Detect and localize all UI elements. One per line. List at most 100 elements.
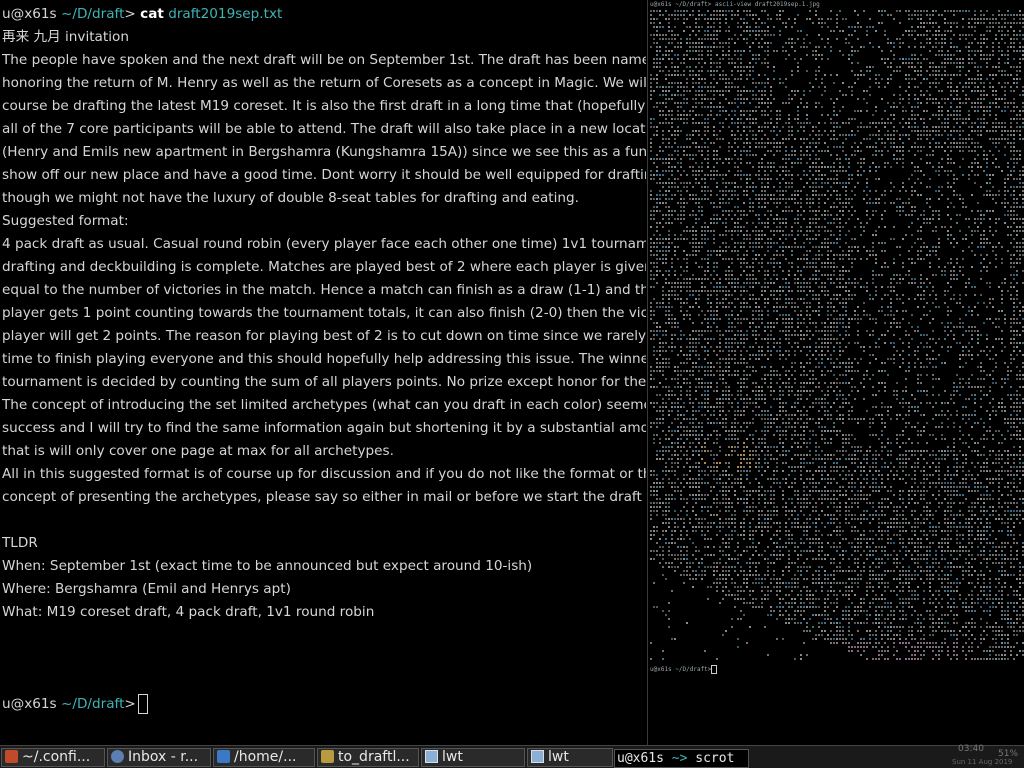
ascii-art-glyph bbox=[932, 286, 934, 288]
ascii-art-glyph bbox=[1001, 310, 1003, 312]
terminal-left[interactable]: u@x61s ~/D/draft> cat draft2019sep.txt 再… bbox=[0, 0, 646, 745]
ascii-art-glyph bbox=[782, 198, 784, 200]
ascii-art-glyph bbox=[908, 34, 910, 36]
ascii-art-glyph bbox=[695, 342, 697, 344]
ascii-art-glyph bbox=[857, 322, 859, 324]
ascii-art-glyph bbox=[662, 142, 664, 144]
ascii-art-glyph bbox=[875, 342, 877, 344]
ascii-art-glyph bbox=[830, 274, 832, 276]
ascii-art-glyph bbox=[767, 226, 769, 228]
ascii-art-glyph bbox=[875, 78, 877, 80]
ascii-art-glyph bbox=[662, 182, 664, 184]
ascii-art-glyph bbox=[959, 266, 961, 268]
ascii-art-glyph bbox=[800, 158, 802, 160]
ascii-art-glyph bbox=[977, 210, 979, 212]
ascii-art-glyph bbox=[998, 286, 1000, 288]
ascii-art-glyph bbox=[695, 254, 697, 256]
ascii-art-glyph bbox=[1004, 282, 1006, 284]
ascii-art-glyph bbox=[659, 354, 661, 356]
ascii-art-glyph bbox=[1001, 26, 1003, 28]
ascii-art-glyph bbox=[923, 126, 925, 128]
ascii-art-glyph bbox=[758, 26, 760, 28]
ascii-art-glyph bbox=[839, 342, 841, 344]
ascii-art-glyph bbox=[821, 242, 823, 244]
ascii-art-glyph bbox=[677, 106, 679, 108]
ascii-art-glyph bbox=[755, 34, 757, 36]
ascii-art-glyph bbox=[917, 346, 919, 348]
ascii-art-glyph bbox=[998, 62, 1000, 64]
ascii-art-glyph bbox=[956, 26, 958, 28]
ascii-art-glyph bbox=[725, 246, 727, 248]
ascii-art-glyph bbox=[923, 34, 925, 36]
ascii-art-glyph bbox=[944, 118, 946, 120]
ascii-art-glyph bbox=[686, 254, 688, 256]
ascii-art-glyph bbox=[707, 254, 709, 256]
ascii-art-glyph bbox=[1007, 106, 1009, 108]
ascii-art-glyph bbox=[722, 46, 724, 48]
ascii-art-glyph bbox=[1013, 334, 1015, 336]
ascii-art-glyph bbox=[908, 102, 910, 104]
active-prompt-line[interactable]: u@x61s ~/D/draft> bbox=[2, 693, 646, 716]
ascii-art-glyph bbox=[725, 222, 727, 224]
ascii-art-glyph bbox=[875, 230, 877, 232]
ascii-art-glyph bbox=[899, 338, 901, 340]
ascii-art-glyph bbox=[842, 278, 844, 280]
ascii-art-glyph bbox=[953, 206, 955, 208]
ascii-art-glyph bbox=[1001, 170, 1003, 172]
ascii-art-glyph bbox=[911, 234, 913, 236]
ascii-art-glyph bbox=[968, 10, 970, 12]
ascii-art-glyph bbox=[866, 186, 868, 188]
ascii-art-glyph bbox=[809, 186, 811, 188]
ascii-art-glyph bbox=[929, 322, 931, 324]
ascii-art-glyph bbox=[656, 58, 658, 60]
ascii-art-glyph bbox=[725, 42, 727, 44]
ascii-art-glyph bbox=[752, 166, 754, 168]
ascii-art-glyph bbox=[995, 266, 997, 268]
ascii-art-glyph bbox=[908, 138, 910, 140]
ascii-art-glyph bbox=[995, 166, 997, 168]
ascii-art-glyph bbox=[755, 146, 757, 148]
ascii-art-glyph bbox=[728, 26, 730, 28]
ascii-art-glyph bbox=[830, 178, 832, 180]
ascii-art-glyph bbox=[854, 10, 856, 12]
ascii-art-glyph bbox=[938, 14, 940, 16]
ascii-art-glyph bbox=[989, 74, 991, 76]
ascii-art-glyph bbox=[977, 74, 979, 76]
ascii-art-glyph bbox=[662, 134, 664, 136]
ascii-art-glyph bbox=[845, 186, 847, 188]
ascii-art-glyph bbox=[965, 138, 967, 140]
ascii-art-glyph bbox=[857, 62, 859, 64]
ascii-art-glyph bbox=[758, 174, 760, 176]
ascii-art-glyph bbox=[959, 294, 961, 296]
ascii-art-glyph bbox=[1016, 158, 1018, 160]
ascii-art-glyph bbox=[848, 178, 850, 180]
ascii-art-glyph bbox=[671, 146, 673, 148]
ascii-art-glyph bbox=[680, 274, 682, 276]
ascii-art-glyph bbox=[686, 10, 688, 12]
ascii-art-glyph bbox=[872, 278, 874, 280]
ascii-art-glyph bbox=[1019, 10, 1021, 12]
ascii-art-glyph bbox=[707, 70, 709, 72]
ascii-art-glyph bbox=[935, 146, 937, 148]
ascii-art-glyph bbox=[965, 38, 967, 40]
ascii-art-glyph bbox=[965, 102, 967, 104]
ascii-art-glyph bbox=[866, 110, 868, 112]
ascii-art-glyph bbox=[944, 42, 946, 44]
ascii-art-glyph bbox=[815, 170, 817, 172]
ascii-art-glyph bbox=[791, 226, 793, 228]
ascii-art-glyph bbox=[938, 30, 940, 32]
ascii-art-glyph bbox=[740, 286, 742, 288]
ascii-art-glyph bbox=[998, 318, 1000, 320]
ascii-art-glyph bbox=[707, 122, 709, 124]
ascii-art-glyph bbox=[656, 82, 658, 84]
ascii-art-glyph bbox=[983, 302, 985, 304]
ascii-art-glyph bbox=[1004, 34, 1006, 36]
ascii-art-glyph bbox=[1013, 230, 1015, 232]
ascii-art-glyph bbox=[926, 154, 928, 156]
ascii-art-glyph bbox=[650, 226, 652, 228]
ascii-art-glyph bbox=[1010, 294, 1012, 296]
ascii-art-glyph bbox=[902, 58, 904, 60]
ascii-art-glyph bbox=[953, 178, 955, 180]
terminal-right[interactable]: u@x61s ~/D/draft> ascii-view draft2019se… bbox=[647, 0, 1024, 745]
ascii-art-glyph bbox=[869, 134, 871, 136]
